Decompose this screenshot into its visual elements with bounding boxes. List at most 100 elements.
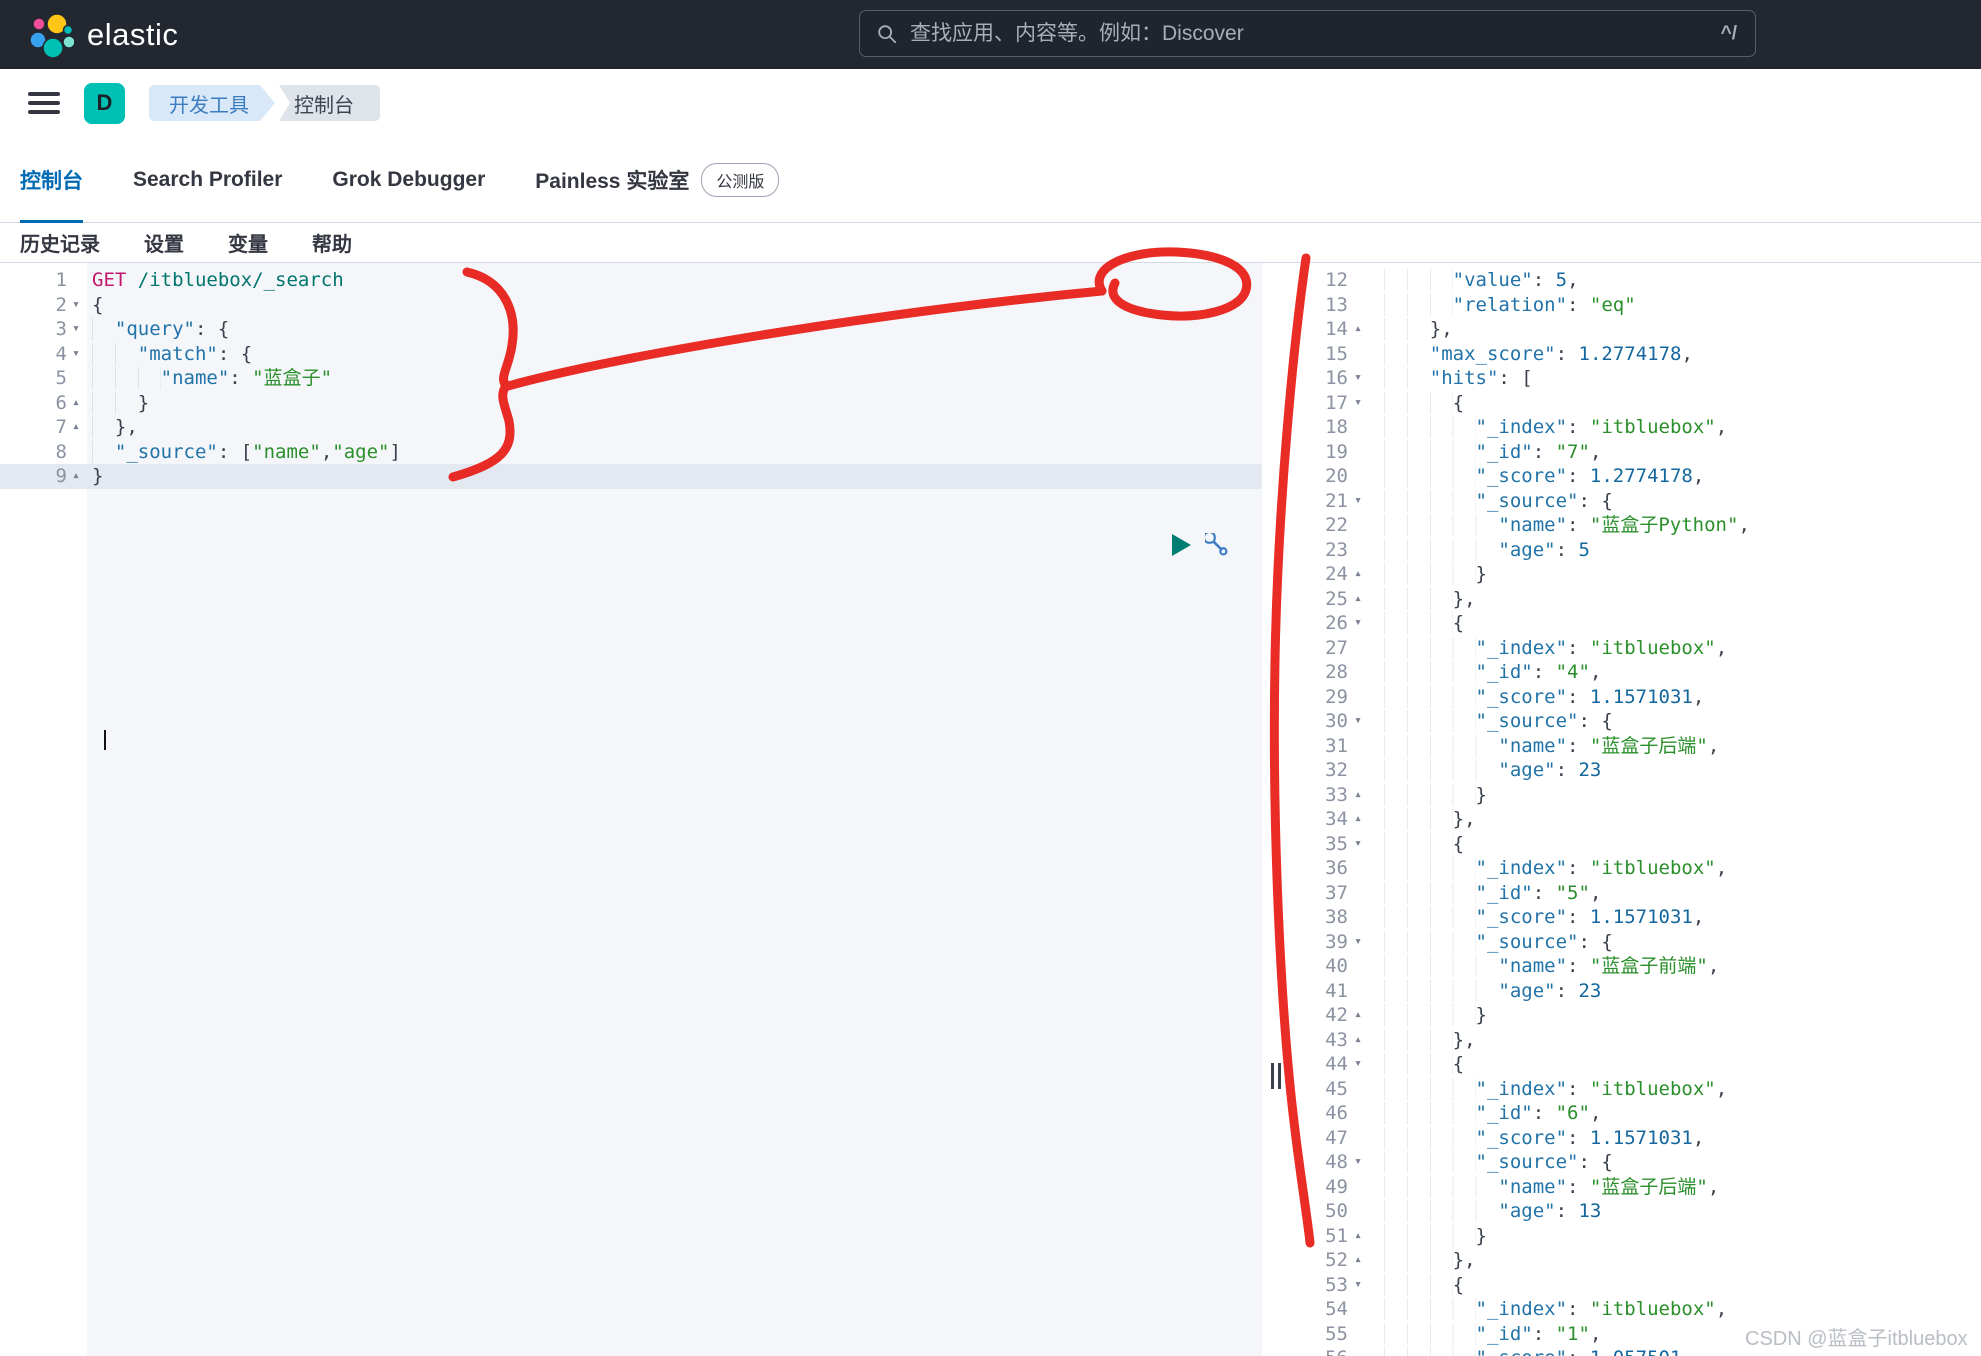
fold-toggle-icon[interactable]: ▴ <box>1348 1028 1368 1053</box>
code-line-6[interactable]: 6 ▴ } <box>0 391 1262 416</box>
code-line-9[interactable]: 9 ▴} <box>0 464 1262 489</box>
code-text: "_index": "itbluebox", <box>1368 636 1727 661</box>
menu-settings[interactable]: 设置 <box>144 228 184 257</box>
send-request-button[interactable] <box>1172 534 1191 556</box>
fold-toggle-icon[interactable]: ▴ <box>1348 562 1368 587</box>
line-number: 17 <box>1325 391 1348 414</box>
brand[interactable]: elastic <box>0 11 178 59</box>
breadcrumb-dev-tools[interactable]: 开发工具 <box>149 85 275 121</box>
code-text: "_id": "1", <box>1368 1322 1601 1347</box>
code-line-4[interactable]: 4 ▾ "match": { <box>0 342 1262 367</box>
tab-painless-lab[interactable]: Painless 实验室 公测版 <box>535 137 780 222</box>
code-text: "_source": { <box>1368 930 1613 955</box>
code-line-15: 15 "max_score": 1.2774178, <box>1296 342 1981 367</box>
gutter: 1 <box>0 268 85 293</box>
fold-toggle-icon[interactable]: ▴ <box>67 415 85 440</box>
code-text: }, <box>1368 1248 1476 1273</box>
fold-toggle-icon[interactable]: ▴ <box>1348 317 1368 342</box>
code-line-1[interactable]: 1 GET /itbluebox/_search <box>0 268 1262 293</box>
menu-help[interactable]: 帮助 <box>312 228 352 257</box>
code-text: { <box>1368 832 1464 857</box>
code-line-47: 47 "_score": 1.1571031, <box>1296 1126 1981 1151</box>
fold-toggle-icon[interactable]: ▴ <box>1348 1003 1368 1028</box>
fold-toggle-icon[interactable]: ▾ <box>1348 366 1368 391</box>
code-line-7[interactable]: 7 ▴ }, <box>0 415 1262 440</box>
line-number: 20 <box>1325 465 1348 487</box>
code-line-21: 21 ▾ "_source": { <box>1296 489 1981 514</box>
menu-icon[interactable] <box>28 87 60 119</box>
fold-toggle-icon[interactable]: ▾ <box>1348 930 1368 955</box>
fold-toggle-icon[interactable]: ▾ <box>1348 1273 1368 1298</box>
gutter: 3 ▾ <box>0 317 85 342</box>
search-input[interactable] <box>910 21 1709 46</box>
code-text: "name": "蓝盒子后端", <box>1368 1175 1719 1200</box>
menu-variables[interactable]: 变量 <box>228 228 268 257</box>
fold-toggle-icon[interactable]: ▾ <box>1348 1150 1368 1175</box>
gutter: 56 <box>1296 1346 1368 1356</box>
fold-toggle-icon[interactable]: ▾ <box>67 342 85 367</box>
code-line-5[interactable]: 5 "name": "蓝盒子" <box>0 366 1262 391</box>
fold-toggle-icon[interactable]: ▾ <box>67 293 85 318</box>
fold-toggle-icon[interactable]: ▴ <box>1348 1224 1368 1249</box>
elastic-logo-icon <box>29 12 74 59</box>
breadcrumb-bar: D 开发工具 控制台 <box>0 69 1981 137</box>
fold-toggle-icon[interactable]: ▾ <box>1348 1052 1368 1077</box>
code-text: "hits": [ <box>1368 366 1533 391</box>
fold-toggle-icon[interactable]: ▾ <box>1348 709 1368 734</box>
fold-toggle-icon[interactable]: ▴ <box>1348 1248 1368 1273</box>
gutter: 16 ▾ <box>1296 366 1368 391</box>
fold-toggle-icon[interactable]: ▴ <box>1348 807 1368 832</box>
code-line-3[interactable]: 3 ▾ "query": { <box>0 317 1262 342</box>
line-number: 44 <box>1325 1053 1348 1075</box>
gutter: 53 ▾ <box>1296 1273 1368 1298</box>
tab-console[interactable]: 控制台 <box>20 137 83 223</box>
gutter: 9 ▴ <box>0 464 85 489</box>
code-line-8[interactable]: 8 "_source": ["name","age"] <box>0 440 1262 465</box>
gutter: 35 ▾ <box>1296 832 1368 857</box>
fold-toggle-icon[interactable]: ▾ <box>1348 832 1368 857</box>
fold-toggle-icon[interactable]: ▾ <box>1348 611 1368 636</box>
code-text: "value": 5, <box>1368 268 1579 293</box>
fold-toggle-icon[interactable]: ▴ <box>67 391 85 416</box>
line-number: 18 <box>1325 416 1348 438</box>
line-number: 51 <box>1325 1224 1348 1247</box>
request-editor[interactable]: 1 GET /itbluebox/_search 2 ▾{3 ▾ "query": {4… <box>0 263 1262 1356</box>
dev-tools-console-page: elastic ^/ D 开发工具 控制台 控制台 Search Profile… <box>0 0 1981 1356</box>
tab-search-profiler[interactable]: Search Profiler <box>133 137 282 222</box>
line-number: 5 <box>55 367 67 389</box>
fold-toggle-icon[interactable]: ▴ <box>1348 783 1368 808</box>
code-line-29: 29 "_score": 1.1571031, <box>1296 685 1981 710</box>
gutter: 48 ▾ <box>1296 1150 1368 1175</box>
dev-tools-app-icon[interactable]: D <box>84 82 125 124</box>
global-search[interactable]: ^/ <box>859 10 1756 57</box>
line-number: 27 <box>1325 636 1348 659</box>
gutter: 7 ▴ <box>0 415 85 440</box>
fold-toggle-icon[interactable]: ▴ <box>1348 587 1368 612</box>
wrench-icon[interactable] <box>1205 533 1229 557</box>
global-header: elastic ^/ <box>0 0 1981 69</box>
gutter: 25 ▴ <box>1296 587 1368 612</box>
code-line-34: 34 ▴ }, <box>1296 807 1981 832</box>
fold-toggle-icon[interactable]: ▾ <box>1348 391 1368 416</box>
code-line-2[interactable]: 2 ▾ { <box>0 293 1262 318</box>
menu-history[interactable]: 历史记录 <box>20 228 100 257</box>
panel-resize-handle[interactable] <box>1268 1063 1284 1093</box>
code-text: "age": 23 <box>1368 758 1601 783</box>
fold-toggle-icon[interactable]: ▴ <box>67 464 85 489</box>
console-menu-bar: 历史记录 设置 变量 帮助 <box>0 223 1981 263</box>
code-text: "query": { <box>85 317 229 342</box>
code-line-13: 13 "relation": "eq" <box>1296 293 1981 318</box>
gutter: 12 <box>1296 268 1368 293</box>
fold-toggle-icon[interactable]: ▾ <box>67 317 85 342</box>
tab-grok-debugger[interactable]: Grok Debugger <box>332 137 485 222</box>
fold-toggle-icon[interactable]: ▾ <box>1348 489 1368 514</box>
code-text: "_id": "4", <box>1368 660 1601 685</box>
code-line-53: 53 ▾ { <box>1296 1273 1981 1298</box>
code-text: "_score": 1.2774178, <box>1368 464 1704 489</box>
